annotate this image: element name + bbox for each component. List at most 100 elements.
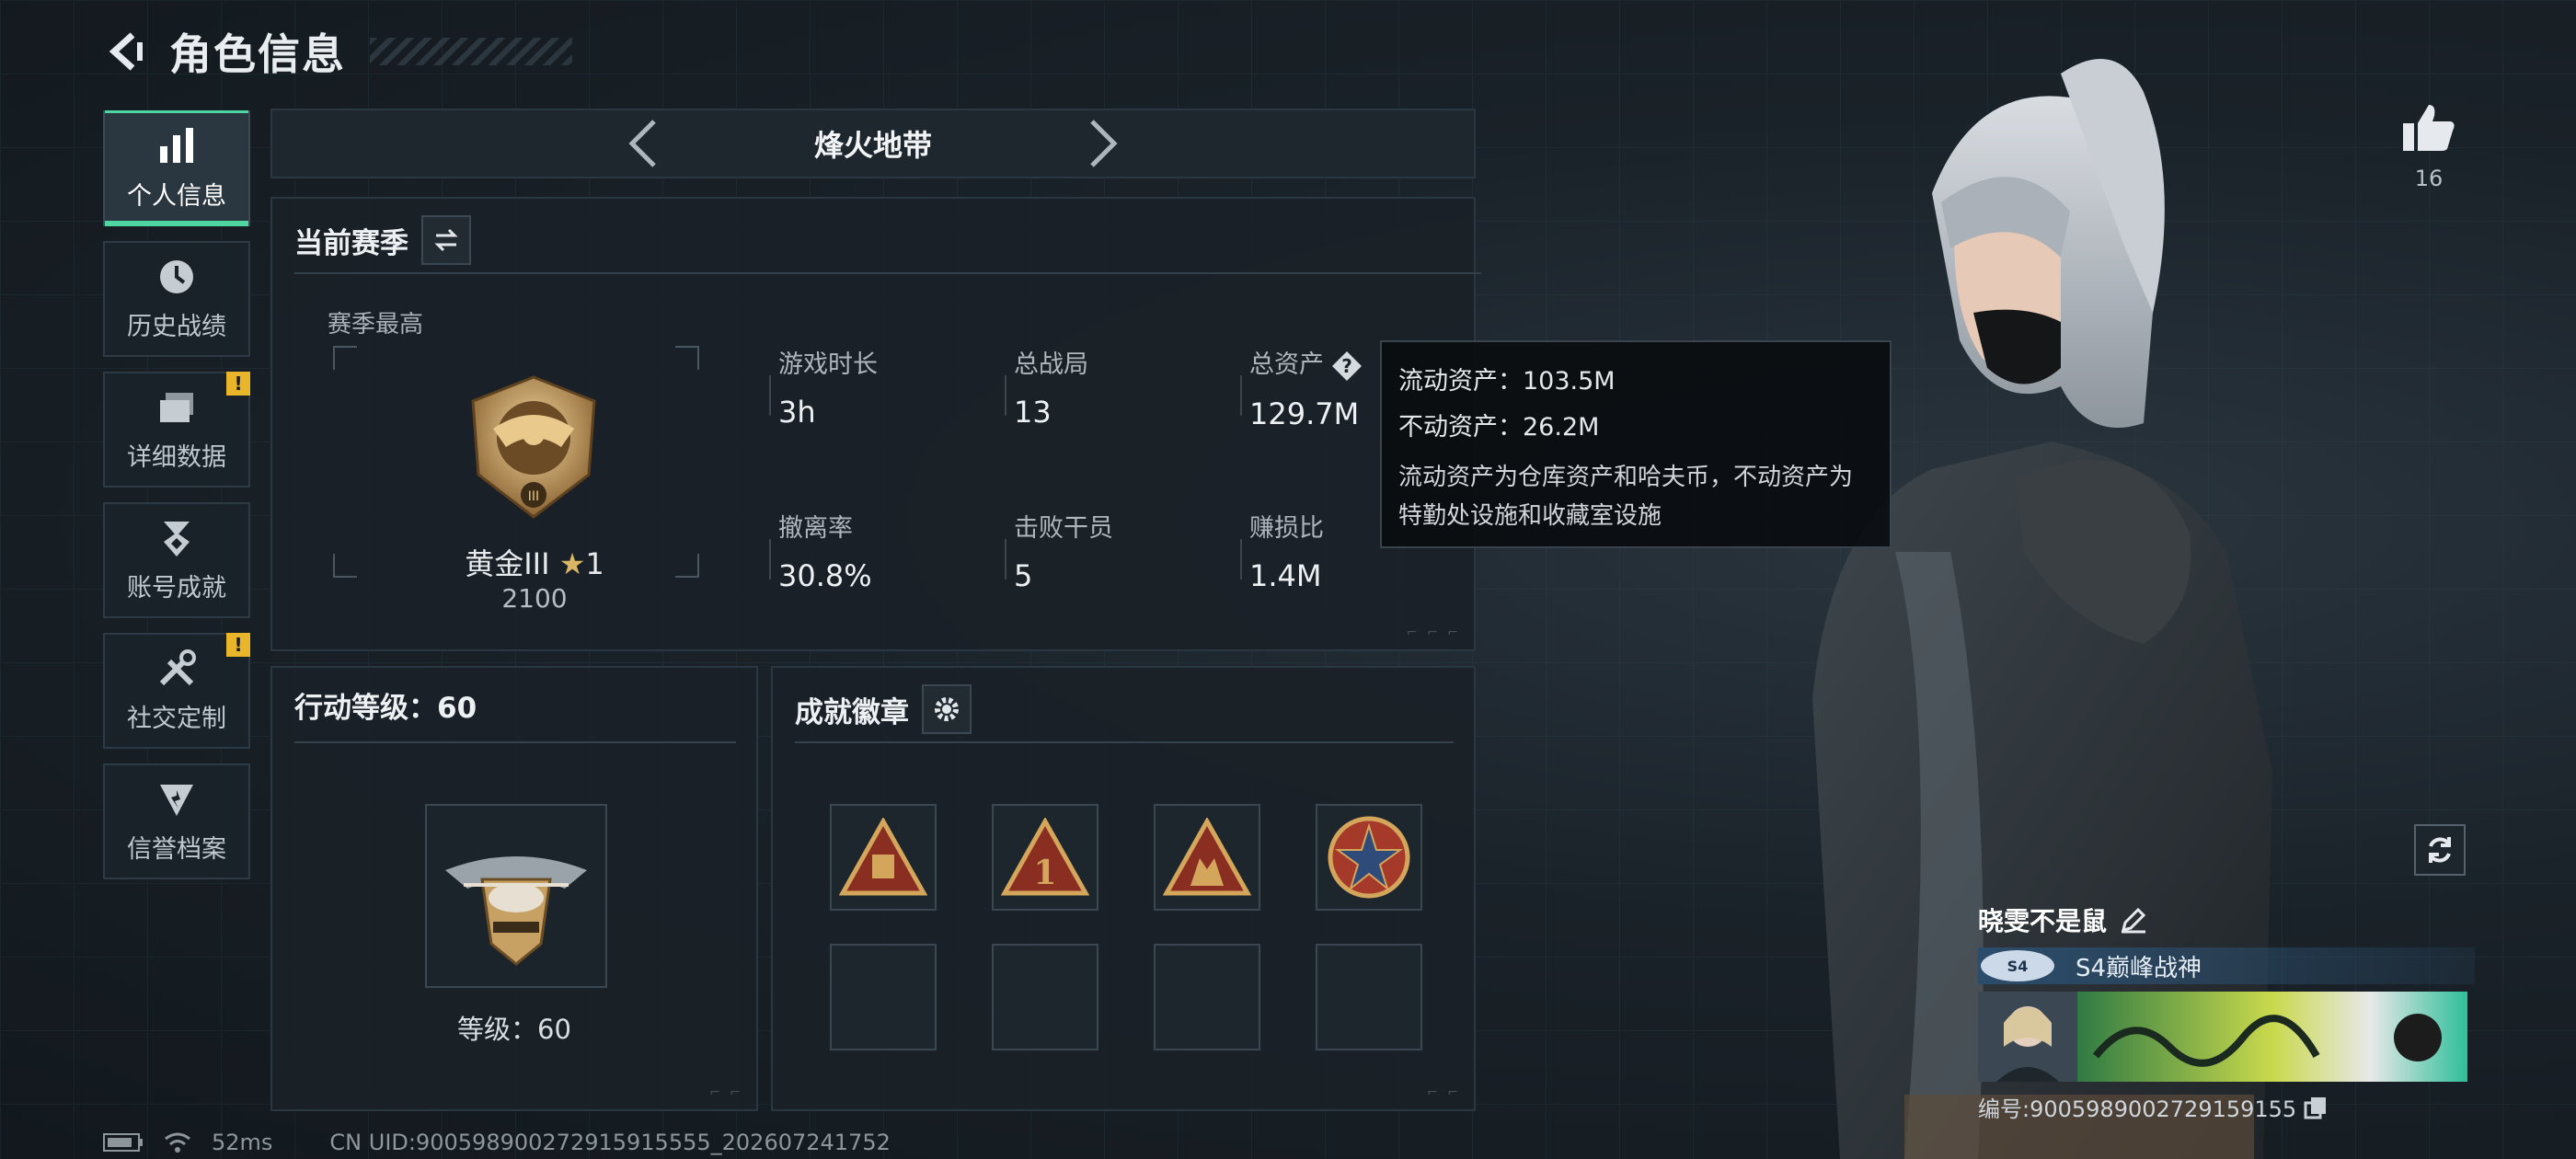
level-title: 行动等级：60 xyxy=(294,692,477,725)
tooltip-fixed-assets: 不动资产：26.2M xyxy=(1398,413,1600,442)
sidebar-item-label: 个人信息 xyxy=(127,181,226,211)
header: 角色信息 xyxy=(101,24,572,79)
stat-value: 1.4M xyxy=(1249,558,1322,593)
player-name: 晓雯不是鼠 xyxy=(1978,906,2108,936)
rank-name-text: 黄金III xyxy=(465,546,550,581)
rotate-character-button[interactable] xyxy=(2414,824,2466,876)
sidebar-item-history[interactable]: 历史战绩 xyxy=(103,241,250,357)
stat-value: 5 xyxy=(1014,558,1033,593)
stat-play-time: 游戏时长 3h xyxy=(769,344,981,430)
sidebar-item-label: 社交定制 xyxy=(127,704,226,733)
assets-tooltip: 流动资产：103.5M 不动资产：26.2M 流动资产为仓库资产和哈夫币，不动资… xyxy=(1380,340,1892,548)
back-button[interactable] xyxy=(101,26,153,77)
help-icon[interactable]: ? xyxy=(1331,350,1363,382)
stat-defeated-agents: 击败干员 5 xyxy=(1005,508,1216,593)
edit-pencil-icon[interactable] xyxy=(2120,906,2147,934)
achievement-panel: 成就徽章 1 ⌐ ⌐ xyxy=(771,666,1476,1111)
player-banner xyxy=(1978,992,2467,1082)
stat-value: 13 xyxy=(1014,395,1052,430)
battery-icon xyxy=(103,1133,143,1152)
rank-stars: 1 xyxy=(585,546,604,581)
triangle-badge-icon xyxy=(839,818,927,896)
sidebar-item-social-custom[interactable]: 社交定制 ! xyxy=(103,633,250,749)
page-title: 角色信息 xyxy=(169,29,346,79)
number-one-badge-icon: 1 xyxy=(1001,818,1089,896)
achievement-badge-slot[interactable]: 1 xyxy=(992,804,1098,911)
achievement-divider xyxy=(795,741,1454,743)
level-divider xyxy=(294,741,736,743)
stat-extract-rate: 撤离率 30.8% xyxy=(769,508,981,593)
like-count: 16 xyxy=(2414,166,2444,191)
uid-text: CN UID:900598900272915915555_20260724175… xyxy=(329,1130,891,1155)
stat-value: 3h xyxy=(778,395,816,430)
player-title: S4巅峰战神 xyxy=(2076,954,2202,982)
achievement-empty-slot[interactable] xyxy=(1154,944,1260,1050)
bar-chart-icon xyxy=(160,127,193,163)
svg-text:1: 1 xyxy=(1033,854,1056,892)
warning-badge: ! xyxy=(226,372,250,396)
sidebar-item-label: 详细数据 xyxy=(127,442,226,472)
action-level-panel: 行动等级：60 等级：60 ⌐ ⌐ xyxy=(270,666,758,1111)
achievement-settings-button[interactable] xyxy=(922,684,972,734)
achievement-empty-slot[interactable] xyxy=(992,944,1098,1050)
tooltip-liquid-assets: 流动资产：103.5M xyxy=(1398,367,1616,396)
stat-label: 击败干员 xyxy=(1014,514,1113,543)
shield-icon xyxy=(160,784,193,816)
mode-next-button[interactable] xyxy=(1075,116,1131,171)
rank-score: 2100 xyxy=(501,583,568,614)
copy-icon[interactable] xyxy=(2304,1096,2328,1119)
achievement-badge-slot[interactable] xyxy=(830,804,937,911)
back-arrow-icon xyxy=(109,32,143,71)
warning-badge: ! xyxy=(226,633,250,657)
player-id: 编号:9005989002729159155 xyxy=(1978,1096,2297,1122)
graffiti-banner-image xyxy=(2077,992,2467,1082)
helicopter-emblem-icon xyxy=(445,856,587,966)
sidebar-item-personal-info[interactable]: 个人信息 xyxy=(103,110,250,226)
season-title-badge-icon: S4 xyxy=(1981,950,2054,981)
achievement-empty-slot[interactable] xyxy=(1316,944,1422,1050)
sidebar-item-reputation[interactable]: 信誉档案 xyxy=(103,763,250,879)
player-avatar[interactable] xyxy=(1978,992,2077,1082)
wifi-icon xyxy=(165,1132,190,1153)
sidebar-item-label: 历史战绩 xyxy=(127,312,226,341)
chevron-right-icon xyxy=(1090,120,1118,167)
achievement-title: 成就徽章 xyxy=(795,695,909,729)
season-switch-button[interactable] xyxy=(421,215,471,265)
stat-label: 撤离率 xyxy=(778,514,853,543)
ping-value: 52ms xyxy=(212,1130,273,1155)
svg-text:?: ? xyxy=(1341,355,1352,377)
stat-label: 游戏时长 xyxy=(778,350,878,379)
level-emblem-frame xyxy=(425,804,607,988)
gold-rank-emblem: III xyxy=(471,375,596,519)
stat-label-text: 总资产 xyxy=(1249,350,1324,379)
medal-icon xyxy=(164,521,190,557)
season-best-label: 赛季最高 xyxy=(328,311,424,339)
sidebar-item-detailed-data[interactable]: 详细数据 ! xyxy=(103,372,250,488)
svg-text:III: III xyxy=(528,489,539,504)
folder-icon xyxy=(160,392,193,422)
stat-value: 30.8% xyxy=(778,558,872,593)
achievement-badge-slot[interactable] xyxy=(1316,804,1422,911)
like-button[interactable]: 16 xyxy=(2392,101,2466,191)
achievement-header: 成就徽章 xyxy=(795,684,972,734)
level-header: 行动等级：60 xyxy=(294,684,477,726)
chevron-left-icon xyxy=(628,120,656,167)
achievement-empty-slot[interactable] xyxy=(830,944,937,1050)
achievement-badge-slot[interactable] xyxy=(1154,804,1260,911)
refresh-icon xyxy=(2429,837,2451,863)
level-caption: 等级：60 xyxy=(457,1014,571,1045)
stat-total-matches: 总战局 13 xyxy=(1005,344,1216,430)
player-id-row: 编号:9005989002729159155 xyxy=(1978,1091,2475,1123)
soldiers-badge-icon xyxy=(1163,818,1251,896)
sidebar-item-account-achievement[interactable]: 账号成就 xyxy=(103,502,250,618)
header-stripe-decoration xyxy=(370,38,572,65)
mode-prev-button[interactable] xyxy=(615,116,671,171)
sidebar: 个人信息 历史战绩 详细数据 ! 账号成就 社交定制 ! 信誉档案 xyxy=(103,110,250,894)
status-bar: 52ms CN UID:900598900272915915555_202607… xyxy=(103,1130,891,1155)
gear-icon xyxy=(935,697,959,721)
star-seal-badge-icon xyxy=(1328,816,1410,899)
season-title: 当前赛季 xyxy=(294,226,408,260)
star-icon: ★ xyxy=(558,546,586,581)
mode-selector: 烽火地带 xyxy=(270,109,1476,178)
tooltip-description: 流动资产为仓库资产和哈夫币，不动资产为特勤处设施和收藏室设施 xyxy=(1398,464,1854,530)
